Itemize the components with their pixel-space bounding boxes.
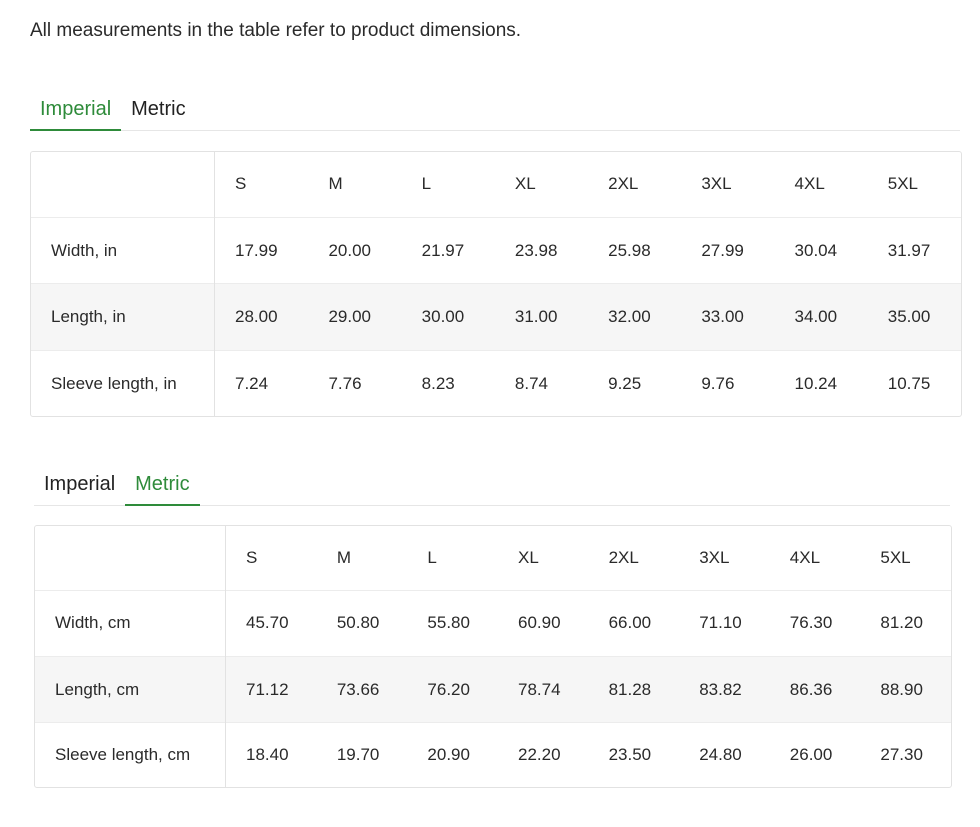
- cell-value: 66.00: [588, 589, 680, 657]
- cell-value: 26.00: [769, 722, 861, 787]
- size-header: XL: [518, 547, 539, 567]
- cell-value: 27.30: [860, 722, 951, 787]
- cell-value: 60.90: [498, 589, 589, 657]
- cell-value: 35.00: [867, 283, 961, 351]
- cell-value: 19.70: [316, 722, 408, 787]
- cell-value: 21.97: [401, 216, 495, 284]
- size-header: M: [336, 547, 351, 567]
- cell-value: 8.74: [494, 350, 589, 416]
- intro-text: All measurements in the table refer to p…: [30, 20, 522, 41]
- cell-value: 81.20: [860, 589, 951, 657]
- size-header: S: [246, 547, 258, 567]
- cell-value: 88.90: [860, 655, 951, 723]
- cell-value: 29.00: [308, 283, 402, 351]
- cell-value: 7.24: [214, 350, 309, 416]
- table-row: Length, cm 71.12 73.66 76.20 78.74 81.28…: [35, 655, 951, 723]
- cell-value: 10.24: [774, 350, 868, 416]
- tab-metric[interactable]: Metric: [125, 465, 201, 506]
- cell-value: 23.98: [494, 216, 589, 284]
- table-row: Sleeve length, in 7.24 7.76 8.23 8.74 9.…: [31, 350, 961, 416]
- cell-value: 8.23: [401, 350, 495, 416]
- size-header: 3XL: [699, 547, 730, 567]
- size-header: L: [427, 547, 437, 567]
- cell-value: 34.00: [774, 283, 868, 351]
- cell-value: 76.30: [769, 589, 861, 657]
- cell-value: 28.00: [214, 283, 309, 351]
- size-header: M: [328, 174, 343, 194]
- row-label: Length, cm: [35, 655, 226, 723]
- size-header: 3XL: [701, 174, 732, 194]
- size-header: XL: [514, 174, 536, 194]
- tab-metric[interactable]: Metric: [121, 90, 195, 130]
- size-header: 5XL: [887, 174, 919, 194]
- cell-value: 30.04: [774, 216, 868, 284]
- cell-value: 23.50: [588, 722, 680, 787]
- cell-value: 22.20: [498, 722, 589, 787]
- cell-value: 20.00: [308, 216, 402, 284]
- table-row: Width, in 17.99 20.00 21.97 23.98 25.98 …: [31, 216, 961, 284]
- cell-value: 31.00: [494, 283, 589, 351]
- size-header: 5XL: [880, 547, 911, 567]
- corner-cell: [31, 152, 215, 218]
- cell-value: 9.25: [588, 350, 682, 416]
- cell-value: 9.76: [681, 350, 775, 416]
- table-row: Width, cm 45.70 50.80 55.80 60.90 66.00 …: [35, 589, 951, 657]
- cell-value: 71.10: [679, 589, 770, 657]
- size-header: 2XL: [608, 547, 639, 567]
- tab-imperial[interactable]: Imperial: [34, 465, 125, 505]
- size-header: 2XL: [608, 174, 639, 194]
- cell-value: 7.76: [308, 350, 402, 416]
- unit-tabs-metric-section: Imperial Metric: [34, 465, 950, 506]
- header-row: S M L XL 2XL 3XL 4XL 5XL: [31, 152, 961, 218]
- cell-value: 30.00: [401, 283, 495, 351]
- cell-value: 31.97: [867, 216, 961, 284]
- cell-value: 25.98: [588, 216, 682, 284]
- cell-value: 27.99: [681, 216, 775, 284]
- unit-tabs-imperial-section: Imperial Metric: [30, 90, 960, 131]
- size-header: S: [235, 174, 247, 194]
- metric-size-table: S M L XL 2XL 3XL 4XL 5XL Width, cm 45.70…: [34, 525, 952, 788]
- cell-value: 55.80: [407, 589, 498, 657]
- cell-value: 33.00: [681, 283, 775, 351]
- table-row: Sleeve length, cm 18.40 19.70 20.90 22.2…: [35, 722, 951, 787]
- tab-imperial[interactable]: Imperial: [30, 90, 122, 131]
- cell-value: 32.00: [588, 283, 682, 351]
- cell-value: 71.12: [225, 655, 317, 723]
- row-label: Width, in: [31, 216, 215, 284]
- cell-value: 45.70: [225, 589, 317, 657]
- size-header: 4XL: [789, 547, 821, 567]
- cell-value: 17.99: [214, 216, 309, 284]
- row-label: Sleeve length, cm: [35, 722, 226, 787]
- cell-value: 10.75: [867, 350, 961, 416]
- cell-value: 78.74: [498, 655, 589, 723]
- cell-value: 24.80: [679, 722, 770, 787]
- cell-value: 73.66: [316, 655, 408, 723]
- cell-value: 20.90: [407, 722, 498, 787]
- row-label: Length, in: [31, 283, 215, 351]
- size-header: 4XL: [794, 174, 825, 194]
- size-header: L: [421, 174, 432, 194]
- table-row: Length, in 28.00 29.00 30.00 31.00 32.00…: [31, 283, 961, 351]
- row-label: Sleeve length, in: [31, 350, 215, 416]
- cell-value: 18.40: [225, 722, 317, 787]
- row-label: Width, cm: [35, 589, 226, 657]
- cell-value: 50.80: [316, 589, 408, 657]
- cell-value: 76.20: [407, 655, 498, 723]
- cell-value: 83.82: [679, 655, 770, 723]
- corner-cell: [35, 526, 226, 591]
- imperial-size-table: S M L XL 2XL 3XL 4XL 5XL Width, in 17.99…: [30, 151, 962, 417]
- cell-value: 81.28: [588, 655, 680, 723]
- header-row: S M L XL 2XL 3XL 4XL 5XL: [35, 526, 951, 591]
- cell-value: 86.36: [769, 655, 861, 723]
